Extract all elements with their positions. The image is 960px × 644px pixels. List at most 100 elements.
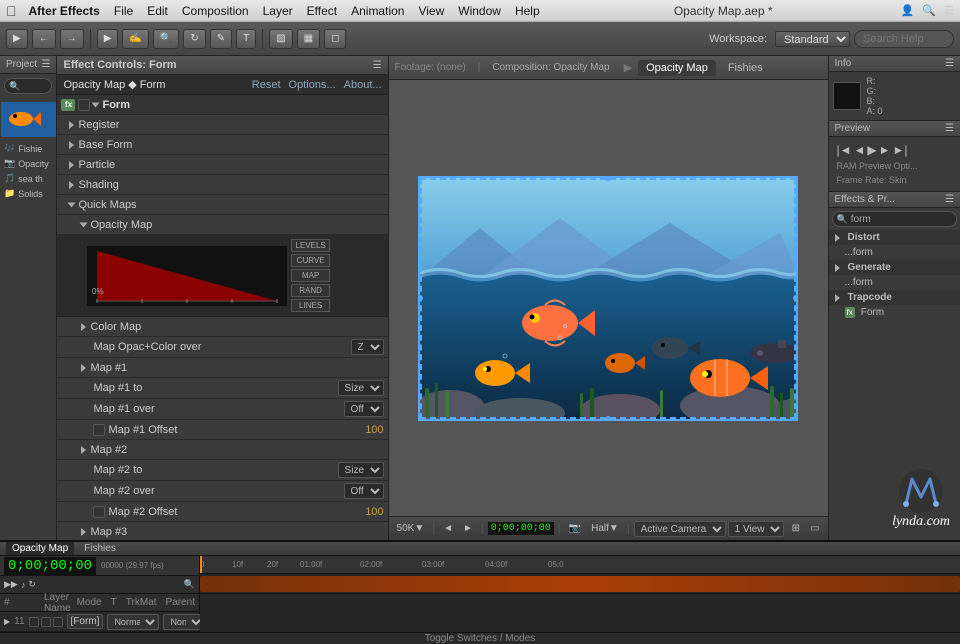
hand-tool[interactable]: ✍ xyxy=(122,29,148,49)
safe-zones-btn[interactable]: ▭ xyxy=(806,522,823,535)
map2-offset-check[interactable] xyxy=(93,506,105,518)
rotate-tool[interactable]: ↻ xyxy=(183,29,205,49)
map1-to-select[interactable]: Size xyxy=(338,380,384,396)
generate-category[interactable]: Generate xyxy=(829,260,960,275)
form-section[interactable]: fx Form xyxy=(57,95,387,115)
prev-first-btn[interactable]: |◄ xyxy=(837,143,852,157)
quality-select[interactable]: Half▼ xyxy=(587,522,623,535)
camera-icon-btn[interactable]: 📷 xyxy=(565,522,585,535)
ctrl-levels[interactable]: LEVELS xyxy=(291,239,329,252)
timeline-tab-fishies[interactable]: Fishies xyxy=(78,542,122,555)
map-opac-select[interactable]: Z xyxy=(351,339,384,355)
particle-toggle[interactable] xyxy=(69,161,74,169)
ctrl-rand[interactable]: RAND xyxy=(291,284,329,297)
file-menu[interactable]: File xyxy=(108,2,139,20)
handle-mr[interactable] xyxy=(793,295,798,301)
zoom-level-btn[interactable]: 50K▼ xyxy=(393,522,429,535)
eraser-tool[interactable]: ◻ xyxy=(324,29,346,49)
opacity-map-preview[interactable]: 0% xyxy=(87,246,287,306)
layer-solo-icon[interactable] xyxy=(29,617,39,627)
prev-fwd-btn[interactable]: ► xyxy=(879,143,891,157)
color-map-row[interactable]: Color Map xyxy=(57,317,387,337)
ctrl-map[interactable]: MAP xyxy=(291,269,329,282)
project-search[interactable]: 🔍 xyxy=(4,78,52,94)
form-toggle[interactable] xyxy=(92,102,100,107)
select-tool[interactable]: ▶ xyxy=(97,29,119,49)
prev-last-btn[interactable]: ►| xyxy=(893,143,908,157)
map2-offset-value[interactable]: 100 xyxy=(365,506,383,518)
generate-toggle[interactable] xyxy=(835,264,840,272)
animation-menu[interactable]: Animation xyxy=(345,2,410,20)
map1-row[interactable]: Map #1 xyxy=(57,358,387,378)
effects-search-box[interactable]: 🔍 form xyxy=(832,211,958,227)
handle-bc[interactable] xyxy=(605,416,611,421)
render-btn[interactable]: ▶▶ xyxy=(4,579,18,590)
timeline-tab-opacity[interactable]: Opacity Map xyxy=(6,542,74,555)
map2-toggle[interactable] xyxy=(81,446,86,454)
audio-btn[interactable]: ♪ xyxy=(21,580,26,590)
distort-category[interactable]: Distort xyxy=(829,230,960,245)
base-form-row[interactable]: Base Form xyxy=(57,135,387,155)
grid-btn[interactable]: ⊞ xyxy=(788,522,804,535)
timeline-ruler[interactable]: 0 10f 20f 01:00f 02:00f 03:00f 04:00f 05… xyxy=(200,556,960,574)
map1-over-row[interactable]: Map #1 over Off xyxy=(57,399,387,420)
opacity-map-row[interactable]: Opacity Map xyxy=(57,215,387,235)
map1-over-select[interactable]: Off xyxy=(344,401,384,417)
prev-back-btn[interactable]: ◄ xyxy=(854,143,866,157)
map2-to-row[interactable]: Map #2 to Size xyxy=(57,460,387,481)
help-menu[interactable]: Help xyxy=(509,2,546,20)
register-row[interactable]: Register xyxy=(57,115,387,135)
map3-toggle[interactable] xyxy=(81,528,86,536)
base-form-toggle[interactable] xyxy=(69,141,74,149)
view-menu[interactable]: View xyxy=(412,2,450,20)
map-opac-row[interactable]: Map Opac+Color over Z xyxy=(57,337,387,358)
panel-menu-icon[interactable]: ☰ xyxy=(42,59,51,70)
reset-button[interactable]: Reset xyxy=(252,79,281,91)
loop-btn[interactable]: ↻ xyxy=(28,579,36,590)
quick-maps-toggle[interactable] xyxy=(68,202,76,207)
form-checkbox[interactable] xyxy=(78,99,90,111)
tab-fishies[interactable]: Fishies xyxy=(720,60,771,76)
project-item-sea[interactable]: 🎵 sea th xyxy=(0,171,56,186)
composition-view[interactable] xyxy=(389,80,828,516)
search-layers-btn[interactable]: 🔍 xyxy=(184,579,195,590)
handle-br[interactable] xyxy=(793,416,798,421)
new-comp-button[interactable]: ▶ xyxy=(6,29,28,49)
map2-row[interactable]: Map #2 xyxy=(57,440,387,460)
map1-offset-check[interactable] xyxy=(93,424,105,436)
project-thumbnail-fishies[interactable] xyxy=(1,102,56,137)
trapcode-toggle[interactable] xyxy=(835,294,840,302)
edit-menu[interactable]: Edit xyxy=(141,2,174,20)
layer-lock-icon[interactable] xyxy=(53,617,63,627)
distort-toggle[interactable] xyxy=(835,234,840,242)
prev-play-btn[interactable]: ▶ xyxy=(867,143,876,157)
timeline-timecode[interactable]: 0;00;00;00 xyxy=(4,557,96,575)
map1-offset-value[interactable]: 100 xyxy=(365,424,383,436)
search-input[interactable] xyxy=(854,30,954,48)
trapcode-form-item[interactable]: fx Form xyxy=(829,305,960,320)
playhead-indicator[interactable] xyxy=(200,556,202,573)
ec-panel-menu[interactable]: ☰ xyxy=(373,60,382,71)
clone-tool[interactable]: ▦ xyxy=(297,29,320,49)
layer-name[interactable]: [Form] xyxy=(67,614,104,629)
register-toggle[interactable] xyxy=(69,121,74,129)
handle-tr[interactable] xyxy=(793,176,798,181)
project-item-fishies[interactable]: 🎶 Fishie xyxy=(0,141,56,156)
handle-tl[interactable] xyxy=(418,176,423,181)
about-button[interactable]: About... xyxy=(344,79,382,91)
camera-select[interactable]: Active Camera xyxy=(634,521,726,537)
redo-button[interactable]: → xyxy=(60,29,84,49)
app-menu-title[interactable]: After Effects xyxy=(23,2,106,20)
frame-forward-btn[interactable]: ► xyxy=(459,522,477,535)
ctrl-lines[interactable]: LINES xyxy=(291,299,329,312)
preview-panel-menu[interactable]: ☰ xyxy=(945,123,954,134)
handle-bl[interactable] xyxy=(418,416,423,421)
map1-offset-row[interactable]: Map #1 Offset 100 xyxy=(57,420,387,440)
layer-row-1[interactable]: ▶ 11 [Form] Normal None ◇ None xyxy=(0,612,199,632)
map1-to-row[interactable]: Map #1 to Size xyxy=(57,378,387,399)
map3-row[interactable]: Map #3 xyxy=(57,522,387,540)
layer-expand-btn[interactable]: ▶ xyxy=(4,617,10,626)
workspace-select[interactable]: Standard xyxy=(775,31,850,47)
pen-tool[interactable]: ✎ xyxy=(210,29,232,49)
layer-menu[interactable]: Layer xyxy=(257,2,299,20)
